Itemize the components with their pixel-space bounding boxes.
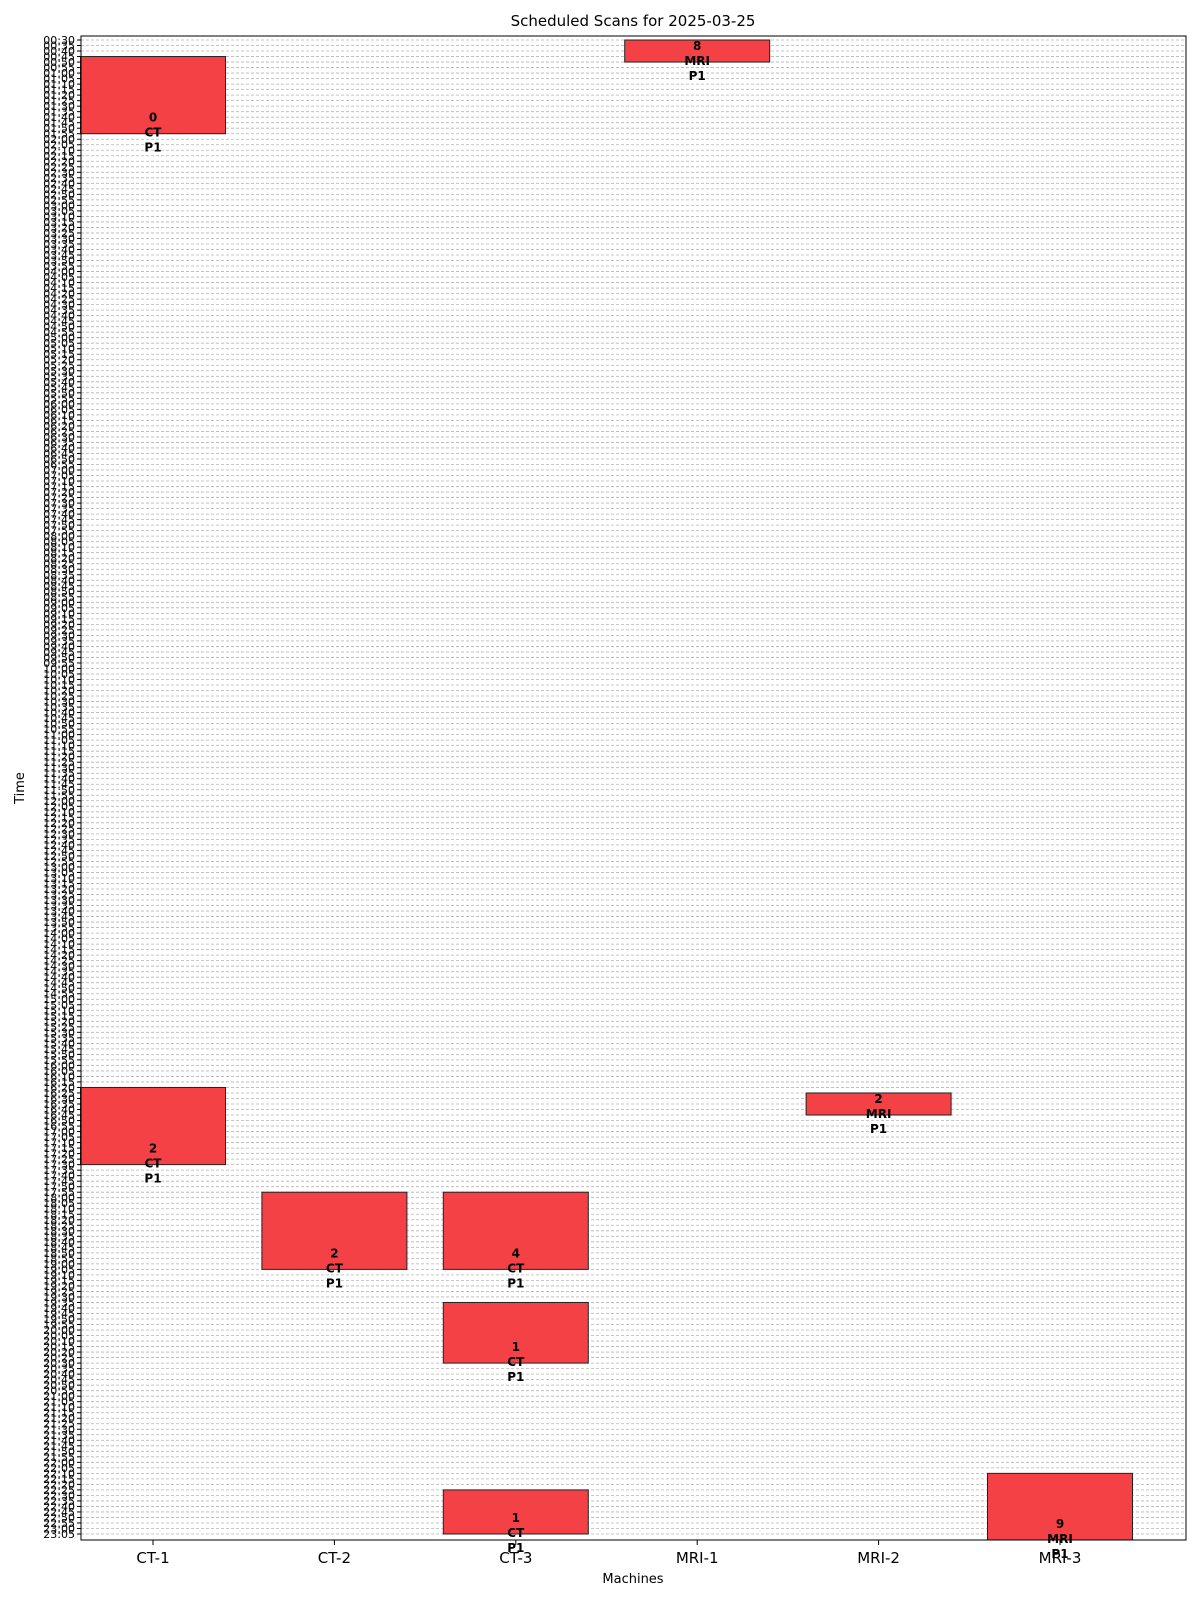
- scan-label: CT: [507, 1526, 525, 1540]
- scan-label: 1: [512, 1340, 520, 1354]
- x-tick-label: MRI-3: [1039, 1549, 1082, 1567]
- scan-label: 2: [149, 1142, 157, 1156]
- scan-block: 1CTP1: [442, 1489, 589, 1555]
- scan-label: 8: [693, 39, 701, 53]
- scan-label: 1: [512, 1511, 520, 1525]
- scan-block: 2CTP1: [261, 1191, 408, 1290]
- x-axis-label: Machines: [602, 1572, 663, 1587]
- scan-block: 2MRIP1: [805, 1092, 952, 1136]
- plot-frame: [80, 35, 1187, 1541]
- x-tick-label: CT-3: [499, 1549, 532, 1567]
- scan-label: MRI: [684, 54, 710, 68]
- scan-block: 9MRIP1: [987, 1472, 1133, 1561]
- scan-label: 2: [330, 1246, 338, 1260]
- scan-label: 2: [874, 1092, 882, 1106]
- scan-label: 0: [149, 111, 157, 125]
- scan-schedule-chart: Scheduled Scans for 2025-03-25 0CTP18MRI…: [13, 12, 1187, 1587]
- scan-label: CT: [145, 126, 163, 140]
- scan-label: CT: [507, 1355, 525, 1369]
- x-tick-label: CT-1: [136, 1549, 169, 1567]
- scan-label: P1: [144, 1172, 161, 1186]
- y-tick-labels: 00:3000:3500:4000:4500:5000:5501:0001:05…: [43, 34, 81, 1541]
- x-tick-label: MRI-1: [676, 1549, 719, 1567]
- x-tick-label: MRI-2: [857, 1549, 900, 1567]
- scan-label: CT: [145, 1157, 163, 1171]
- x-tick-labels: CT-1 CT-2 CT-3 MRI-1 MRI-2 MRI-3: [136, 1540, 1081, 1567]
- scan-label: MRI: [866, 1107, 892, 1121]
- scan-block: 1CTP1: [442, 1301, 589, 1384]
- y-axis-label: Time: [13, 772, 28, 805]
- gridlines: [81, 39, 1186, 1535]
- y-tick-label: 23:05: [43, 1528, 75, 1541]
- scan-block: 0CTP1: [80, 56, 226, 155]
- scan-label: P1: [326, 1276, 343, 1290]
- scan-label: P1: [507, 1370, 524, 1384]
- scan-label: CT: [326, 1261, 344, 1275]
- scan-label: P1: [144, 141, 161, 155]
- bars: 0CTP18MRIP12CTP12MRIP12CTP14CTP11CTP11CT…: [80, 39, 1133, 1561]
- scan-label: P1: [870, 1122, 887, 1136]
- chart-title: Scheduled Scans for 2025-03-25: [511, 12, 756, 30]
- scan-label: P1: [689, 69, 706, 83]
- scan-label: CT: [507, 1261, 525, 1275]
- scan-label: 9: [1056, 1517, 1064, 1531]
- scan-label: P1: [507, 1276, 524, 1290]
- scan-block: 2CTP1: [80, 1086, 226, 1186]
- scan-block: 4CTP1: [442, 1191, 589, 1290]
- scan-block: 8MRIP1: [624, 39, 771, 83]
- scan-label: 4: [512, 1246, 520, 1260]
- x-tick-label: CT-2: [318, 1549, 351, 1567]
